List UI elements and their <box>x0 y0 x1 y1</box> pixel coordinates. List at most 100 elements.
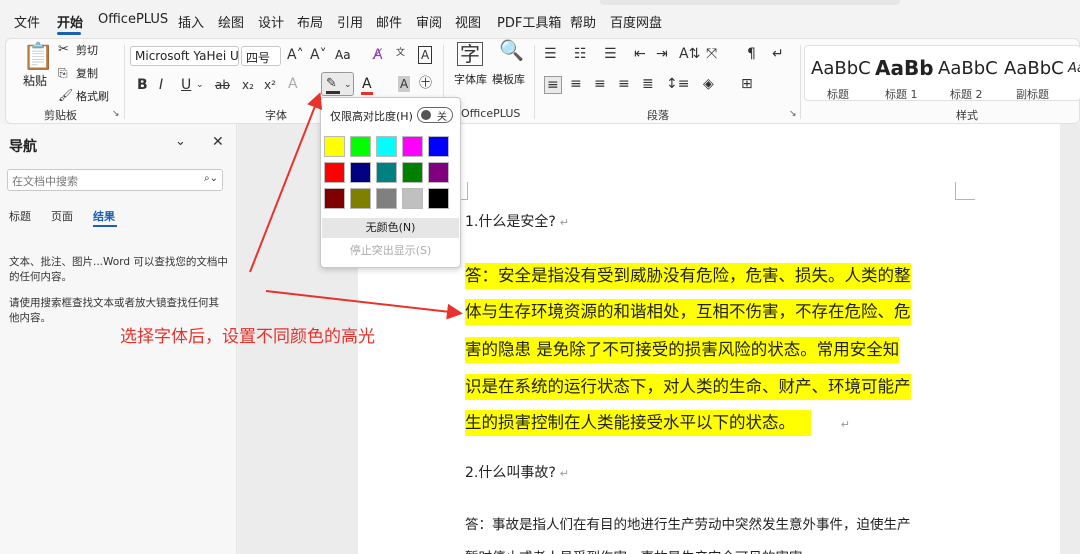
highlight-swatch[interactable] <box>376 136 397 157</box>
line-spacing-icon[interactable]: ↕≡ <box>666 76 689 92</box>
title-search-area[interactable] <box>600 0 900 5</box>
borders-icon[interactable]: ⊞ <box>741 76 753 92</box>
tab-results[interactable]: 结果 <box>93 208 115 224</box>
menu-help[interactable]: 帮助 <box>570 12 596 31</box>
font-color-icon[interactable]: A <box>362 76 372 92</box>
answer-2-line[interactable]: 答：事故是指人们在有目的地进行生产劳动中突然发生意外事件，迫使生产 <box>465 513 911 533</box>
highlight-swatch[interactable] <box>402 136 423 157</box>
menu-home[interactable]: 开始 <box>57 12 83 31</box>
cut-button[interactable]: 剪切 <box>76 42 98 58</box>
paste-icon[interactable]: 📋 <box>22 43 54 71</box>
menu-mailings[interactable]: 邮件 <box>376 12 402 31</box>
style-heading2-sample[interactable]: AaBbC <box>938 58 998 79</box>
search-icon[interactable]: ⌕⌄ <box>204 173 218 184</box>
answer-2-line[interactable]: 暂时停止或者人员受到伤害，事故是生产安全可见的害害 <box>465 546 803 554</box>
menu-insert[interactable]: 插入 <box>178 12 204 31</box>
menu-baidu-netdisk[interactable]: 百度网盘 <box>610 12 662 31</box>
menu-pdf-toolbox[interactable]: PDF工具箱 <box>497 12 561 31</box>
font-library-button[interactable]: 字体库 <box>454 71 487 87</box>
bullets-icon[interactable]: ☰ <box>544 46 557 62</box>
highlight-swatch[interactable] <box>376 188 397 209</box>
highlight-swatch[interactable] <box>402 162 423 183</box>
menu-officeplus[interactable]: OfficePLUS <box>98 12 168 27</box>
justify-icon[interactable]: ≡ <box>618 76 630 92</box>
menu-draw[interactable]: 绘图 <box>218 12 244 31</box>
cjk-layout-icon[interactable]: A⇅ <box>679 46 700 62</box>
style-heading1-name[interactable]: 标题 1 <box>885 86 918 102</box>
sort-icon[interactable]: ⤧ <box>706 46 717 62</box>
style-subtitle-sample[interactable]: AaBbC <box>1004 58 1064 79</box>
stop-highlight-button[interactable]: 停止突出显示(S) <box>322 241 459 261</box>
highlight-swatch[interactable] <box>428 188 449 209</box>
nav-options-chevron-icon[interactable]: ⌄ <box>175 134 186 150</box>
font-library-icon[interactable]: 字 <box>457 42 483 66</box>
question-2[interactable]: 2.什么叫事故? ↵ <box>465 462 569 482</box>
decrease-indent-icon[interactable]: ⇤ <box>634 46 646 62</box>
highlight-swatch[interactable] <box>324 162 345 183</box>
strikethrough-icon[interactable]: ab <box>215 77 230 93</box>
copy-button[interactable]: 复制 <box>76 65 98 81</box>
highlight-swatch[interactable] <box>402 188 423 209</box>
nav-search-input[interactable]: 在文档中搜索 ⌕⌄ <box>7 169 223 191</box>
clipboard-launcher-icon[interactable]: ↘ <box>112 109 120 119</box>
align-center-icon[interactable]: ≡ <box>570 76 582 92</box>
grow-font-icon[interactable]: A˄ <box>287 47 304 63</box>
phonetic-guide-icon[interactable]: 文 <box>396 45 405 61</box>
shading-icon[interactable]: ◈ <box>703 76 714 92</box>
template-library-icon[interactable]: 🔍 <box>499 40 524 60</box>
style-heading1-sample[interactable]: AaBb <box>875 56 934 80</box>
paste-button[interactable]: 粘贴 <box>23 72 47 89</box>
increase-indent-icon[interactable]: ⇥ <box>656 46 668 62</box>
highlight-swatch[interactable] <box>324 188 345 209</box>
highlight-swatch[interactable] <box>428 162 449 183</box>
menu-layout[interactable]: 布局 <box>297 12 323 31</box>
menu-view[interactable]: 视图 <box>455 12 481 31</box>
paragraph-launcher-icon[interactable]: ↘ <box>789 109 797 119</box>
highlight-swatch[interactable] <box>324 136 345 157</box>
align-left-icon[interactable]: ≡ <box>544 76 562 94</box>
style-heading2-name[interactable]: 标题 2 <box>950 86 983 102</box>
char-shading-icon[interactable]: A <box>398 76 411 92</box>
enclose-char-icon[interactable]: ㊉ <box>419 76 432 92</box>
template-library-button[interactable]: 模板库 <box>492 71 525 87</box>
highlight-swatch[interactable] <box>350 136 371 157</box>
format-painter-icon[interactable]: 🖌 <box>58 87 73 103</box>
answer-1-line[interactable]: 答：安全是指没有受到威胁没有危险，危害、损失。人类的整 <box>465 262 911 289</box>
style-title-name[interactable]: 标题 <box>827 86 849 102</box>
numbering-icon[interactable]: ☷ <box>574 46 587 62</box>
format-painter-button[interactable]: 格式刷 <box>76 88 109 104</box>
nav-close-icon[interactable]: ✕ <box>212 134 224 150</box>
tab-headings[interactable]: 标题 <box>9 208 31 224</box>
clear-format-icon[interactable]: A̸ <box>373 47 383 63</box>
highlight-swatch[interactable] <box>376 162 397 183</box>
shrink-font-icon[interactable]: A˅ <box>310 47 327 63</box>
menu-design[interactable]: 设计 <box>258 12 284 31</box>
answer-1-line[interactable]: 生的损害控制在人类能接受水平以下的状态。 ↵ <box>465 409 850 436</box>
change-case-button[interactable]: Aa <box>335 48 351 62</box>
align-right-icon[interactable]: ≡ <box>594 76 606 92</box>
copy-icon[interactable]: ⎘ <box>58 65 68 81</box>
font-size-select[interactable]: 四号 <box>241 46 281 66</box>
highlight-button[interactable]: ✎ ⌄ <box>321 72 354 96</box>
text-effects-icon[interactable]: A <box>288 76 298 92</box>
tab-pages[interactable]: 页面 <box>51 208 73 224</box>
multilevel-list-icon[interactable]: ☰ <box>604 46 617 62</box>
font-name-select[interactable]: Microsoft YaHei UI <box>130 46 239 66</box>
highlight-swatch[interactable] <box>350 162 371 183</box>
answer-1-line[interactable]: 害的隐患 是免除了不可接受的损害风险的状态。常用安全知 <box>465 336 900 363</box>
menu-references[interactable]: 引用 <box>337 12 363 31</box>
highlight-swatch[interactable] <box>350 188 371 209</box>
question-1[interactable]: 1.什么是安全? ↵ <box>465 211 569 231</box>
underline-icon[interactable]: U <box>181 77 191 93</box>
bold-icon[interactable]: B <box>137 77 148 93</box>
high-contrast-toggle[interactable]: 关 <box>417 107 453 123</box>
superscript-icon[interactable]: x² <box>264 77 276 93</box>
style-subtitle-name[interactable]: 副标题 <box>1016 86 1049 102</box>
char-border-icon[interactable]: A <box>418 46 433 64</box>
italic-icon[interactable]: I <box>159 77 163 93</box>
cut-icon[interactable]: ✂ <box>58 42 69 58</box>
highlight-swatch[interactable] <box>428 136 449 157</box>
style-title-sample[interactable]: AaBbC <box>811 58 871 79</box>
underline-dropdown-icon[interactable]: ⌄ <box>196 77 204 93</box>
answer-1-line[interactable]: 识是在系统的运行状态下，对人类的生命、财产、环境可能产 <box>465 373 911 400</box>
